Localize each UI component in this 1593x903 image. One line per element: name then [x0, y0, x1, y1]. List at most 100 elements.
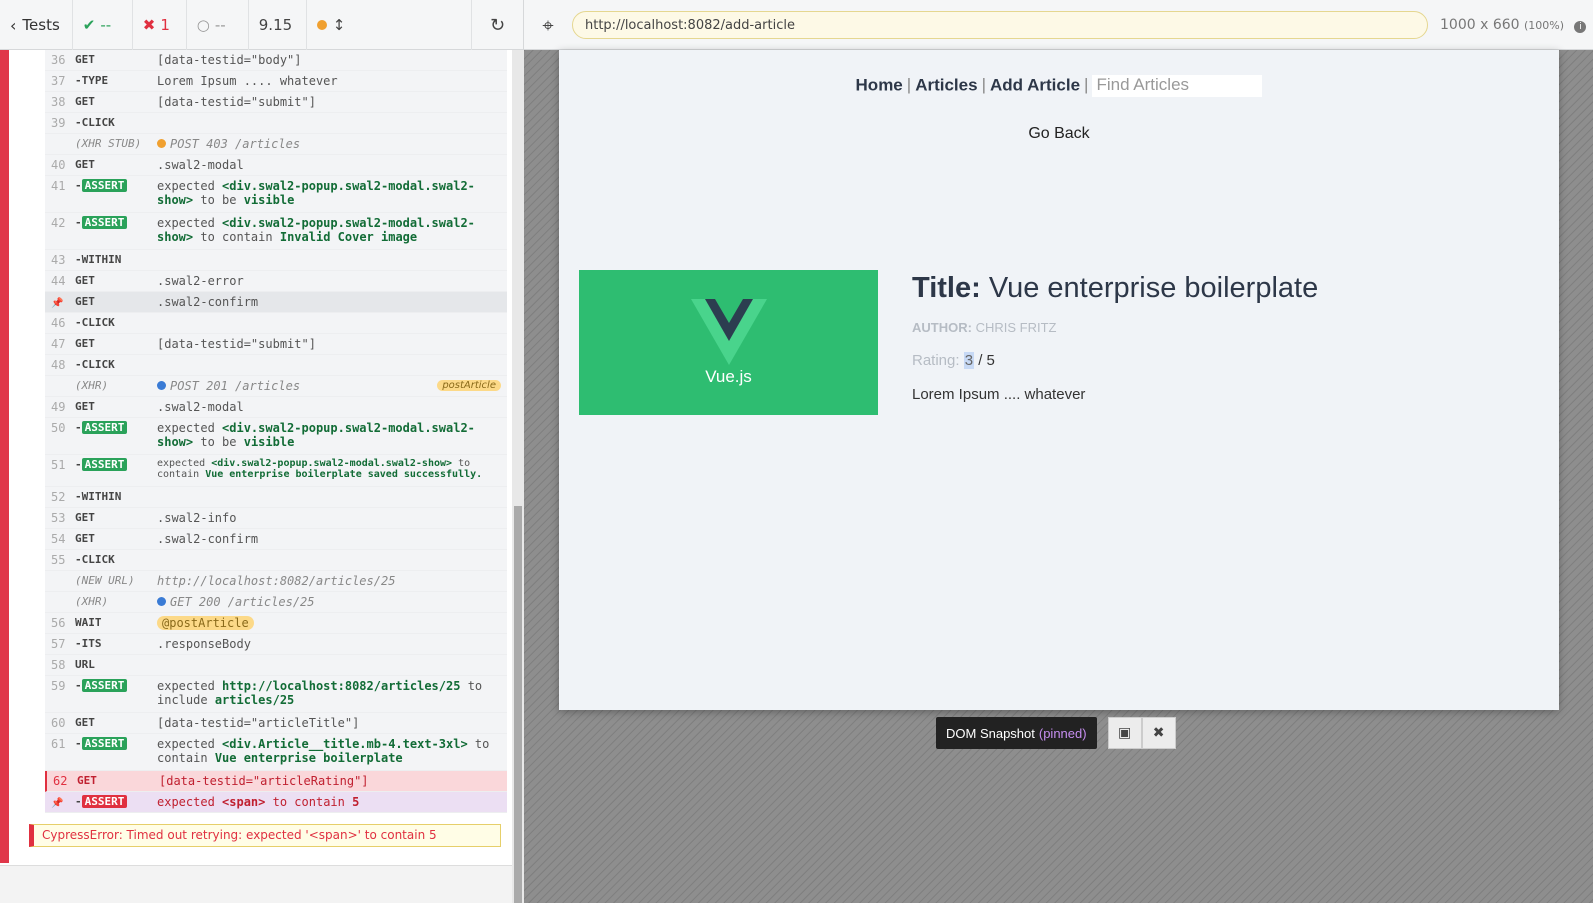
- command-row[interactable]: 53 GET .swal2-info: [45, 508, 507, 529]
- go-back-link[interactable]: Go Back: [559, 125, 1559, 143]
- pin-icon: 📌: [51, 298, 64, 309]
- command-row[interactable]: 📌 GET .swal2-confirm: [45, 292, 507, 313]
- command-row[interactable]: (NEW URL) http://localhost:8082/articles/…: [45, 571, 507, 592]
- command-row[interactable]: 59- ASSERT expected http://localhost:8082/…: [45, 676, 507, 713]
- child-dash: -: [75, 216, 82, 229]
- command-row[interactable]: 39 -CLICK: [45, 113, 507, 134]
- command-row[interactable]: 51- ASSERT expected <div.swal2-popup.swal2…: [45, 455, 507, 487]
- nav-articles-link[interactable]: Articles: [915, 75, 977, 94]
- scrollbar-thumb[interactable]: [514, 506, 522, 903]
- command-message: [data-testid="submit"]: [157, 337, 507, 354]
- command-number: 62: [53, 774, 68, 788]
- command-row[interactable]: 37 -TYPE Lorem Ipsum .... whatever: [45, 71, 507, 92]
- assert-pre: expected: [157, 179, 215, 193]
- message-text: .swal2-confirm: [157, 295, 259, 309]
- message-text: [data-testid="articleRating"]: [159, 774, 369, 788]
- command-number: 48: [51, 358, 66, 372]
- command-row[interactable]: 40 GET .swal2-modal: [45, 155, 507, 176]
- unpin-snapshot-button[interactable]: ✖: [1141, 717, 1176, 749]
- reporter-header: ‹ Tests ✔ -- ✖ 1 ○ -- 9.15 ↕ ↻: [0, 0, 524, 50]
- selector-playground-button[interactable]: ⌖: [524, 0, 572, 50]
- command-row[interactable]: 46 -CLICK: [45, 313, 507, 334]
- command-row[interactable]: 47 GET [data-testid="submit"]: [45, 334, 507, 355]
- aut-stage: Home | Articles | Add Article | Find Articles …: [524, 50, 1593, 903]
- command-name: GET: [75, 95, 95, 108]
- command-number: 39: [51, 116, 66, 130]
- command-row[interactable]: 60 GET [data-testid="articleTitle"]: [45, 713, 507, 734]
- highlight-toggle-button[interactable]: ▣: [1107, 717, 1142, 749]
- message-text: GET 200 /articles/25: [170, 595, 315, 609]
- assert-obj: visible: [243, 193, 295, 207]
- command-message: POST 403 /articles: [157, 137, 507, 154]
- url-bar[interactable]: http://localhost:8082/add-article: [572, 11, 1428, 39]
- command-number: [45, 595, 75, 612]
- pin-icon: 📌: [51, 798, 64, 809]
- command-row[interactable]: 36 GET [data-testid="body"]: [45, 50, 507, 71]
- command-row[interactable]: (XHR STUB) POST 403 /articles: [45, 134, 507, 155]
- child-dash: -: [75, 795, 82, 808]
- find-articles-input[interactable]: Find Articles: [1092, 75, 1263, 97]
- command-row[interactable]: 61- ASSERT expected <div.Article__title.mb…: [45, 734, 507, 771]
- command-row[interactable]: 62 GET [data-testid="articleRating"]: [45, 771, 507, 792]
- nav-add-article-link[interactable]: Add Article: [990, 75, 1080, 94]
- command-row[interactable]: 58 URL: [45, 655, 507, 676]
- assert-verb: to be: [200, 435, 237, 449]
- info-icon[interactable]: i: [1574, 21, 1587, 33]
- command-row[interactable]: 📌 - ASSERT expected <span> to contain 5: [45, 792, 507, 813]
- command-row[interactable]: 56 WAIT @postArticle: [45, 613, 507, 634]
- message-text: .swal2-modal: [157, 158, 244, 172]
- command-row[interactable]: 43 -WITHIN: [45, 250, 507, 271]
- command-row[interactable]: 54 GET .swal2-confirm: [45, 529, 507, 550]
- vue-logo-icon: [690, 298, 767, 365]
- command-number: 51: [51, 458, 66, 472]
- command-row[interactable]: 52 -WITHIN: [45, 487, 507, 508]
- command-name: - ASSERT: [75, 179, 157, 212]
- assert-tag: ASSERT: [81, 458, 128, 471]
- image-caption: Vue.js: [705, 366, 752, 386]
- rating-value: 3: [963, 352, 975, 369]
- command-message: expected http://localhost:8082/articles/…: [157, 679, 507, 712]
- pending-count: ○ --: [187, 0, 249, 50]
- command-number: 36: [51, 53, 66, 67]
- nav-home-link[interactable]: Home: [856, 75, 903, 94]
- command-row[interactable]: 44 GET .swal2-error: [45, 271, 507, 292]
- command-row[interactable]: 50- ASSERT expected <div.swal2-popup.swal2…: [45, 418, 507, 455]
- command-row[interactable]: 38 GET [data-testid="submit"]: [45, 92, 507, 113]
- check-icon: ✔: [82, 16, 96, 34]
- command-row[interactable]: 57 -ITS .responseBody: [45, 634, 507, 655]
- command-message: .swal2-info: [157, 511, 507, 528]
- command-message: expected <div.swal2-popup.swal2-modal.sw…: [157, 458, 507, 486]
- x-icon: ✖: [142, 16, 156, 34]
- command-row[interactable]: 48 -CLICK: [45, 355, 507, 376]
- command-row[interactable]: 41- ASSERT expected <div.swal2-popup.swal2…: [45, 176, 507, 213]
- command-name: GET: [75, 158, 95, 171]
- title-value: Vue enterprise boilerplate: [988, 272, 1319, 304]
- command-message: .swal2-modal: [157, 158, 507, 175]
- child-dash: -: [75, 679, 82, 692]
- command-row[interactable]: 49 GET .swal2-modal: [45, 397, 507, 418]
- article-image: Vue.js: [579, 270, 878, 415]
- app-iframe: Home | Articles | Add Article | Find Articles …: [559, 50, 1559, 710]
- tests-button[interactable]: ‹ Tests: [0, 0, 73, 50]
- command-message: GET 200 /articles/25: [157, 595, 507, 612]
- command-row[interactable]: (XHR) POST 201 /articles postArticle: [45, 376, 507, 397]
- command-message: expected <div.swal2-popup.swal2-modal.sw…: [157, 179, 507, 212]
- restart-button[interactable]: ↻: [471, 0, 523, 50]
- command-name: GET: [75, 511, 95, 524]
- auto-scroll-toggle[interactable]: ↕: [307, 0, 367, 50]
- command-row[interactable]: 42- ASSERT expected <div.swal2-popup.swal2…: [45, 213, 507, 250]
- command-number: [45, 137, 75, 154]
- command-name: GET: [75, 716, 95, 729]
- command-row[interactable]: 55 -CLICK: [45, 550, 507, 571]
- viewport-size: 1000 x 660: [1440, 17, 1520, 33]
- error-message[interactable]: CypressError: Timed out retrying: expect…: [29, 824, 501, 847]
- command-number: 37: [51, 74, 66, 88]
- duration-value: 9.15: [258, 16, 293, 34]
- pending-count-value: --: [214, 16, 226, 34]
- command-message: [157, 490, 507, 507]
- assert-pre: expected: [157, 458, 206, 469]
- assert-verb: to contain: [272, 795, 345, 809]
- command-row[interactable]: (XHR) GET 200 /articles/25: [45, 592, 507, 613]
- command-name: (XHR STUB): [75, 137, 142, 150]
- close-icon: ✖: [1152, 725, 1165, 741]
